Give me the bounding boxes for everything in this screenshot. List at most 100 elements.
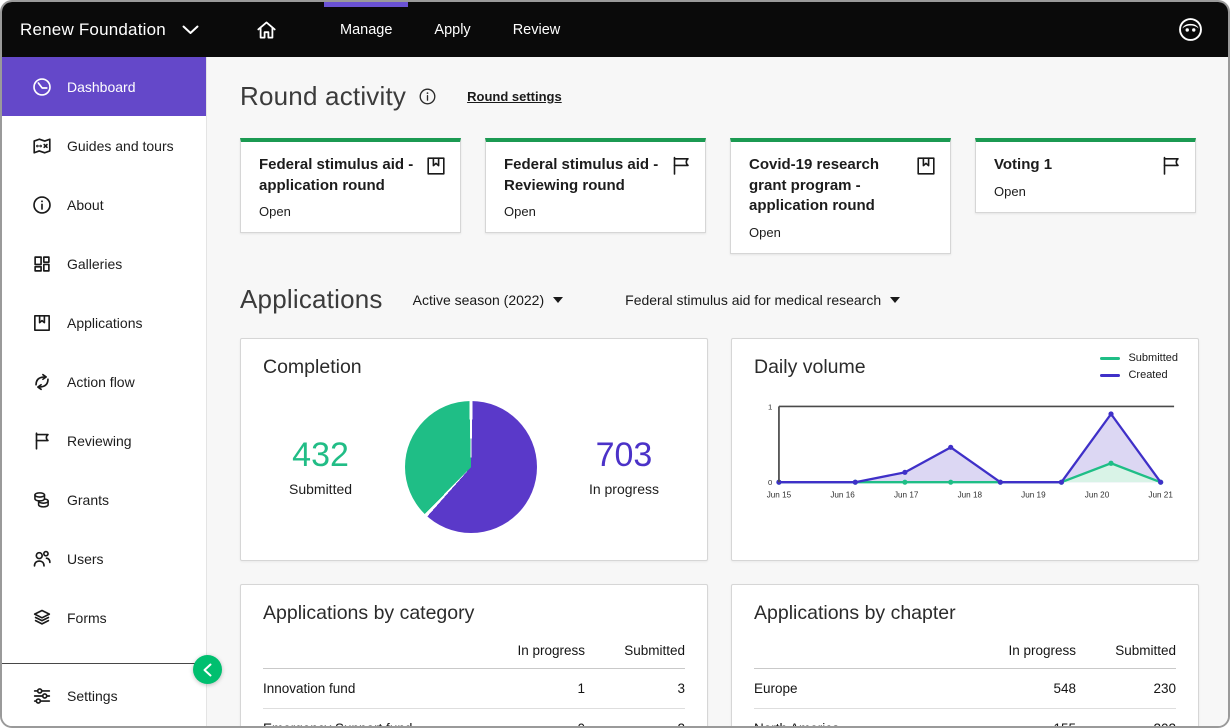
round-settings-link[interactable]: Round settings (467, 89, 562, 104)
home-button[interactable] (254, 18, 279, 42)
program-filter-dropdown[interactable]: Federal stimulus aid for medical researc… (625, 292, 900, 308)
applications-by-category-panel: Applications by category In progress Sub… (240, 584, 708, 726)
sidebar-item-action-flow[interactable]: Action flow (2, 352, 206, 411)
round-card-title: Voting 1 (994, 155, 1181, 176)
avatar-icon (1177, 16, 1204, 43)
sidebar-collapse-button[interactable] (193, 655, 222, 684)
top-bar: Renew Foundation Manage Apply Review (2, 2, 1228, 57)
main-content: Round activity Round settings Federal st… (207, 57, 1228, 726)
submitted-legend-swatch (1100, 357, 1120, 360)
sidebar-item-grants[interactable]: Grants (2, 470, 206, 529)
daily-volume-chart: 1 0 Jun 15 Jun 16 Jun 17 Jun 18 Jun 19 Jun 20 Ju… (754, 393, 1176, 506)
submitted-stat: 432 Submitted (289, 438, 352, 497)
tab-manage[interactable]: Manage (319, 2, 413, 57)
top-nav: Manage Apply Review (319, 2, 581, 57)
round-card[interactable]: Federal stimulus aid - Reviewing round O… (485, 138, 706, 233)
column-header: Submitted (1076, 635, 1176, 669)
svg-text:Jun 16: Jun 16 (830, 491, 855, 500)
round-card[interactable]: Covid-19 research grant program - applic… (730, 138, 951, 254)
flow-arrows-icon (31, 371, 53, 393)
app-window: Renew Foundation Manage Apply Review (0, 0, 1230, 728)
flag-icon (1159, 154, 1183, 178)
table-row: Europe 548 230 (754, 669, 1176, 709)
tab-review[interactable]: Review (492, 2, 582, 57)
created-legend-swatch (1100, 374, 1120, 377)
round-card-title: Covid-19 research grant program - applic… (749, 155, 936, 217)
in-progress-count: 703 (589, 438, 659, 472)
chevron-left-icon (202, 663, 213, 677)
sidebar-item-users[interactable]: Users (2, 529, 206, 588)
home-icon (254, 18, 279, 42)
svg-text:0: 0 (768, 478, 772, 487)
legend-label: Submitted (1128, 352, 1178, 364)
sidebar-item-galleries[interactable]: Galleries (2, 234, 206, 293)
chart-legend: Submitted Created (1100, 352, 1178, 381)
bookmark-icon (424, 154, 448, 178)
coins-icon (31, 489, 53, 511)
chapter-table-title: Applications by chapter (754, 602, 1176, 625)
column-header: In progress (964, 635, 1076, 669)
round-card-status: Open (504, 204, 691, 219)
caret-down-icon (890, 297, 900, 303)
info-circle-icon (31, 194, 53, 216)
round-card-status: Open (749, 225, 936, 240)
sidebar-item-settings[interactable]: Settings (2, 664, 206, 728)
svg-text:Jun 19: Jun 19 (1021, 491, 1046, 500)
in-progress-label: In progress (589, 481, 659, 497)
category-table-title: Applications by category (263, 602, 685, 625)
completion-title: Completion (263, 356, 685, 379)
sidebar-item-forms[interactable]: Forms (2, 588, 206, 647)
sidebar: Dashboard Guides and tours About Galleri… (2, 57, 207, 726)
table-row: Emergency Support fund 0 2 (263, 709, 685, 726)
svg-text:Jun 17: Jun 17 (894, 491, 919, 500)
sliders-icon (31, 685, 53, 707)
sidebar-item-dashboard[interactable]: Dashboard (2, 57, 206, 116)
map-icon (31, 135, 53, 157)
sidebar-item-about[interactable]: About (2, 175, 206, 234)
dashboard-grid: Completion 432 Submitted 703 In progress… (240, 338, 1196, 726)
svg-text:Jun 21: Jun 21 (1148, 491, 1173, 500)
bookmark-square-icon (31, 312, 53, 334)
category-table: In progress Submitted Innovation fund 1 … (263, 635, 685, 726)
bookmark-icon (914, 154, 938, 178)
in-progress-stat: 703 In progress (589, 438, 659, 497)
table-row: North America 155 202 (754, 709, 1176, 726)
applications-by-chapter-panel: Applications by chapter In progress Subm… (731, 584, 1199, 726)
round-card[interactable]: Voting 1 Open (975, 138, 1196, 213)
completion-panel: Completion 432 Submitted 703 In progress (240, 338, 708, 561)
legend-label: Created (1128, 369, 1167, 381)
tenant-name: Renew Foundation (20, 20, 166, 40)
round-card-title: Federal stimulus aid - application round (259, 155, 446, 196)
tab-apply[interactable]: Apply (413, 2, 491, 57)
chevron-down-icon (182, 25, 199, 35)
tenant-switcher[interactable]: Renew Foundation (2, 20, 234, 40)
svg-text:Jun 20: Jun 20 (1085, 491, 1110, 500)
svg-text:Jun 18: Jun 18 (958, 491, 983, 500)
completion-pie-chart (405, 401, 537, 533)
svg-text:1: 1 (768, 402, 772, 411)
chapter-table: In progress Submitted Europe 548 230 Nor… (754, 635, 1176, 726)
round-card[interactable]: Federal stimulus aid - application round… (240, 138, 461, 233)
round-activity-title: Round activity (240, 81, 406, 112)
dashboard-icon (31, 76, 53, 98)
svg-text:Jun 15: Jun 15 (767, 491, 792, 500)
sidebar-item-guides-and-tours[interactable]: Guides and tours (2, 116, 206, 175)
applications-title: Applications (240, 284, 383, 315)
grid-icon (31, 253, 53, 275)
column-header: Submitted (585, 635, 685, 669)
sidebar-item-applications[interactable]: Applications (2, 293, 206, 352)
flag-icon (669, 154, 693, 178)
sidebar-item-reviewing[interactable]: Reviewing (2, 411, 206, 470)
info-circle-icon (418, 87, 437, 106)
round-cards: Federal stimulus aid - application round… (240, 138, 1196, 254)
season-filter-dropdown[interactable]: Active season (2022) (413, 292, 564, 308)
submitted-label: Submitted (289, 481, 352, 497)
users-icon (31, 548, 53, 570)
layers-icon (31, 607, 53, 629)
user-menu-button[interactable] (1177, 16, 1204, 43)
applications-header: Applications Active season (2022) Federa… (240, 284, 1196, 315)
round-activity-info-button[interactable] (418, 87, 437, 106)
round-activity-header: Round activity Round settings (240, 81, 1196, 112)
daily-volume-panel: Daily volume Submitted Created 10Jun 15J… (731, 338, 1199, 561)
submitted-count: 432 (289, 438, 352, 472)
